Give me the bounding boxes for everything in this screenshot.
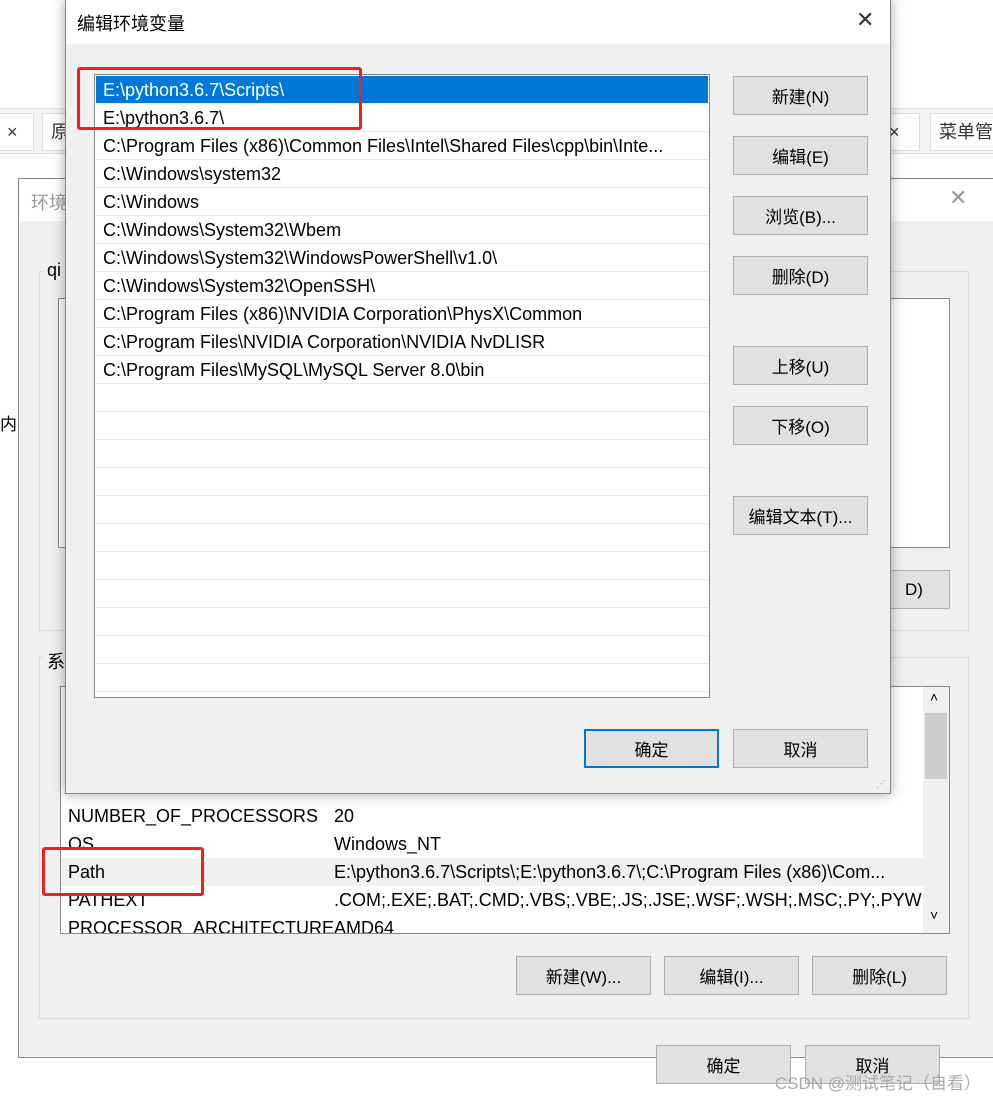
empty-list-row[interactable]	[96, 664, 708, 692]
edit-text-button[interactable]: 编辑文本(T)...	[733, 496, 868, 535]
dialog-title: 环境	[31, 193, 67, 213]
system-new-button[interactable]: 新建(W)...	[516, 956, 651, 995]
tab[interactable]: 菜单管	[930, 113, 993, 151]
path-list-item[interactable]: C:\Program Files\NVIDIA Corporation\NVID…	[96, 328, 708, 356]
empty-list-row[interactable]	[96, 524, 708, 552]
cancel-button[interactable]: 取消	[733, 729, 868, 768]
scroll-down-icon[interactable]: ˅	[930, 907, 938, 923]
empty-list-row[interactable]	[96, 580, 708, 608]
delete-button[interactable]: 删除(D)	[733, 256, 868, 295]
empty-list-row[interactable]	[96, 496, 708, 524]
ok-button[interactable]: 确定	[584, 729, 719, 768]
path-list-item[interactable]: C:\Windows	[96, 188, 708, 216]
empty-list-row[interactable]	[96, 412, 708, 440]
path-list-item[interactable]: C:\Program Files (x86)\NVIDIA Corporatio…	[96, 300, 708, 328]
move-up-button[interactable]: 上移(U)	[733, 346, 868, 385]
tab-close[interactable]: ×	[0, 113, 34, 151]
dialog-title: 编辑环境变量	[77, 14, 185, 34]
empty-list-row[interactable]	[96, 440, 708, 468]
path-list-item[interactable]: C:\Windows\system32	[96, 160, 708, 188]
dialog-titlebar: 编辑环境变量 ✕	[66, 0, 890, 44]
path-list-item[interactable]: C:\Program Files\MySQL\MySQL Server 8.0\…	[96, 356, 708, 384]
new-button[interactable]: 新建(N)	[733, 76, 868, 115]
annotation-highlight-box	[42, 847, 204, 896]
empty-list-row[interactable]	[96, 468, 708, 496]
ok-button[interactable]: 确定	[656, 1045, 791, 1084]
empty-list-row[interactable]	[96, 552, 708, 580]
scrollbar-thumb[interactable]	[925, 713, 947, 779]
system-delete-button[interactable]: 删除(L)	[812, 956, 947, 995]
table-row[interactable]: PROCESSOR_ARCHITECTURE AMD64	[61, 914, 923, 933]
move-down-button[interactable]: 下移(O)	[733, 406, 868, 445]
resize-grip-icon[interactable]: ⋰	[876, 779, 886, 790]
edit-button[interactable]: 编辑(E)	[733, 136, 868, 175]
browse-button[interactable]: 浏览(B)...	[733, 196, 868, 235]
path-list-item[interactable]: C:\Program Files (x86)\Common Files\Inte…	[96, 132, 708, 160]
empty-list-row[interactable]	[96, 608, 708, 636]
system-edit-button[interactable]: 编辑(I)...	[664, 956, 799, 995]
path-list-item[interactable]: C:\Windows\System32\Wbem	[96, 216, 708, 244]
path-list-item[interactable]: C:\Windows\System32\WindowsPowerShell\v1…	[96, 244, 708, 272]
annotation-highlight-box	[77, 67, 362, 130]
group-label: qi	[44, 260, 65, 281]
close-icon[interactable]: ✕	[949, 185, 967, 211]
empty-list-row[interactable]	[96, 384, 708, 412]
path-list[interactable]: E:\python3.6.7\Scripts\ E:\python3.6.7\ C:…	[94, 74, 710, 698]
table-row[interactable]: NUMBER_OF_PROCESSORS 20	[61, 802, 923, 830]
watermark: CSDN @测试笔记（自看）	[774, 1074, 981, 1093]
scrollbar[interactable]: ˄ ˅	[923, 687, 949, 933]
scroll-up-icon[interactable]: ˄	[930, 689, 938, 705]
close-icon[interactable]: ✕	[856, 7, 874, 33]
path-list-item[interactable]: C:\Windows\System32\OpenSSH\	[96, 272, 708, 300]
empty-list-row[interactable]	[96, 636, 708, 664]
